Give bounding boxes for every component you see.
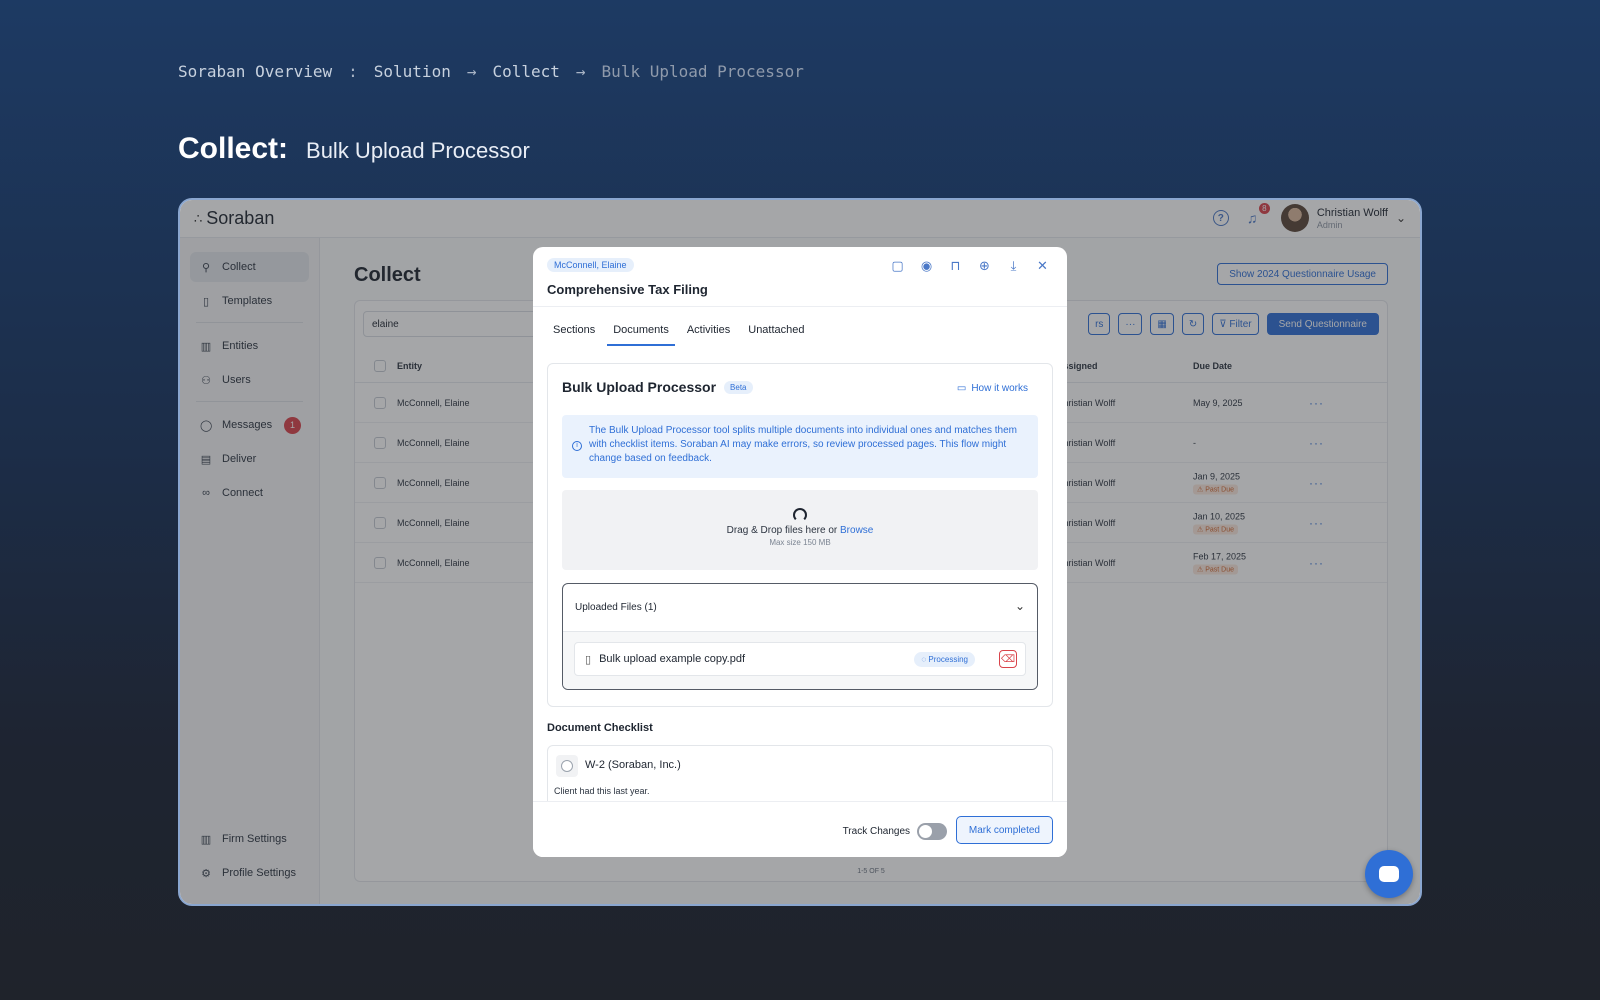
uploaded-file-item[interactable]: ▯ Bulk upload example copy.pdf ◌ Process… — [574, 642, 1026, 676]
track-changes-label: Track Changes — [842, 826, 910, 837]
breadcrumb-item[interactable]: Collect — [492, 62, 559, 81]
spinner-icon: ◌ — [921, 655, 927, 664]
track-changes: Track Changes — [843, 823, 947, 840]
questionnaire-modal: McConnell, Elaine Comprehensive Tax Fili… — [533, 247, 1067, 857]
document-checklist-title: Document Checklist — [547, 722, 653, 734]
track-changes-toggle[interactable] — [917, 823, 947, 840]
browse-link[interactable]: Browse — [840, 525, 873, 536]
checklist-radio[interactable] — [556, 755, 578, 777]
checklist-item-note: Client had this last year. — [554, 786, 650, 796]
breadcrumb-item[interactable]: Soraban Overview — [178, 62, 332, 81]
processing-label: Processing — [928, 655, 968, 664]
processing-badge: ◌ Processing — [914, 652, 975, 667]
modal-header: McConnell, Elaine Comprehensive Tax Fili… — [533, 247, 1067, 307]
breadcrumb-current: Bulk Upload Processor — [601, 62, 804, 81]
chat-button[interactable] — [1365, 850, 1413, 898]
breadcrumb-item[interactable]: Solution — [374, 62, 451, 81]
uploaded-files-list: ▯ Bulk upload example copy.pdf ◌ Process… — [563, 631, 1037, 689]
file-dropzone[interactable]: Drag & Drop files here or Browse Max siz… — [562, 490, 1038, 570]
breadcrumb-separator: → — [575, 62, 586, 81]
loading-spinner-icon — [793, 508, 807, 522]
page-title: Collect: — [178, 132, 289, 165]
modal-title: Comprehensive Tax Filing — [547, 282, 708, 297]
file-icon: ▯ — [585, 653, 592, 666]
tab-activities[interactable]: Activities — [681, 320, 736, 346]
checklist-item: W-2 (Soraban, Inc.) Client had this last… — [547, 745, 1053, 805]
page-heading: Collect: Bulk Upload Processor — [178, 132, 530, 166]
uploaded-files-title: Uploaded Files (1) — [575, 602, 657, 613]
trash-icon[interactable]: ⌫ — [999, 650, 1017, 668]
tab-documents[interactable]: Documents — [607, 320, 675, 346]
beta-badge: Beta — [724, 380, 753, 394]
chevron-down-icon[interactable]: ⌄ — [1015, 599, 1025, 613]
eye-icon[interactable]: ◉ — [918, 257, 935, 274]
close-icon[interactable]: ✕ — [1034, 257, 1051, 274]
file-name: Bulk upload example copy.pdf — [599, 653, 746, 665]
toggle-knob — [919, 825, 932, 838]
bulk-upload-panel: Bulk Upload Processor Beta ▭ How it work… — [547, 363, 1053, 707]
download-icon[interactable]: ⤓ — [1005, 257, 1022, 274]
bulk-upload-title: Bulk Upload Processor Beta — [562, 379, 753, 395]
checklist-item-name: W-2 (Soraban, Inc.) — [585, 759, 681, 771]
how-it-works-label: How it works — [971, 383, 1028, 394]
info-banner: i The Bulk Upload Processor tool splits … — [562, 415, 1038, 478]
tab-sections[interactable]: Sections — [547, 320, 601, 346]
chat-icon — [1379, 866, 1399, 882]
bulk-upload-heading: Bulk Upload Processor — [562, 379, 717, 395]
dropzone-text: Drag & Drop files here or Browse — [562, 525, 1038, 536]
how-it-works-link[interactable]: ▭ How it works — [957, 383, 1028, 394]
modal-footer: Track Changes Mark completed — [533, 801, 1067, 857]
page-subtitle: Bulk Upload Processor — [306, 138, 530, 163]
dropzone-label: Drag & Drop files here or — [726, 525, 838, 536]
info-icon: i — [572, 441, 582, 451]
breadcrumb-separator: → — [466, 62, 477, 81]
tab-unattached[interactable]: Unattached — [742, 320, 810, 346]
lock-icon[interactable]: ⊓ — [947, 257, 964, 274]
info-text: The Bulk Upload Processor tool splits mu… — [589, 425, 1017, 464]
radio-circle-icon — [561, 760, 573, 772]
breadcrumb: Soraban Overview : Solution → Collect → … — [178, 62, 804, 81]
modal-actions: ▢ ◉ ⊓ ⊕ ⤓ ✕ — [889, 257, 1051, 274]
modal-tabs: Sections Documents Activities Unattached — [547, 320, 811, 346]
clipboard-icon[interactable]: ▢ — [889, 257, 906, 274]
uploaded-files-panel: Uploaded Files (1) ⌄ ▯ Bulk upload examp… — [562, 583, 1038, 690]
add-circle-icon[interactable]: ⊕ — [976, 257, 993, 274]
entity-chip[interactable]: McConnell, Elaine — [547, 258, 634, 272]
mark-completed-button[interactable]: Mark completed — [955, 816, 1053, 844]
book-icon: ▭ — [956, 383, 967, 394]
breadcrumb-separator: : — [348, 62, 358, 81]
max-size-text: Max size 150 MB — [769, 538, 831, 547]
